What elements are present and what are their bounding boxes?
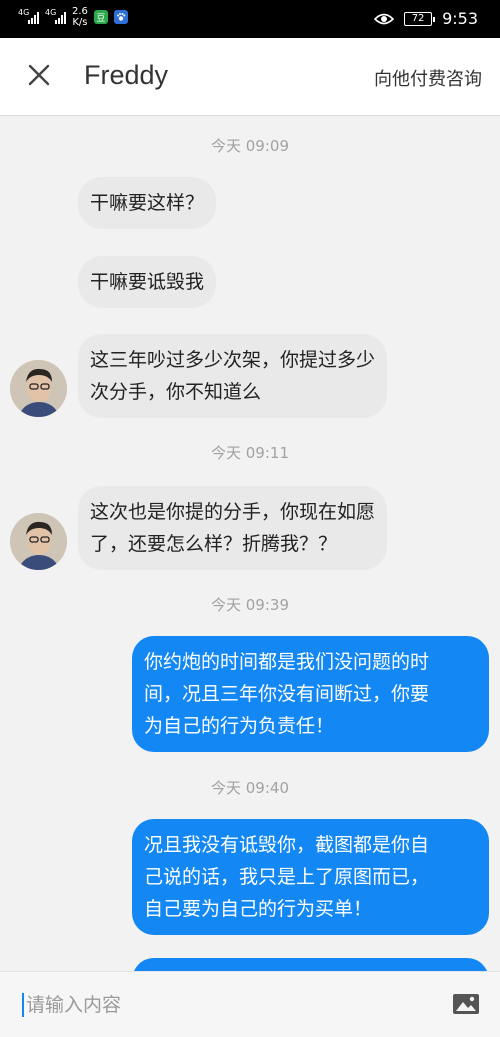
speed-value: 2.6 xyxy=(72,6,88,17)
status-bar: 4G 4G 2.6 K/s 豆 72 9:53 xyxy=(0,0,500,38)
incoming-message: 这次也是你提的分手，你现在如愿 了，还要怎么样？折腾我？？ xyxy=(78,486,388,570)
incoming-message: 这三年吵过多少次架，你提过多少 次分手，你不知道么 xyxy=(78,334,388,418)
incoming-message: 干嘛要这样？ xyxy=(78,177,217,229)
contact-name: Freddy xyxy=(84,60,169,90)
timestamp: 今天 09:11 xyxy=(211,444,289,462)
signal-icon: 4G xyxy=(45,8,66,24)
paw-app-icon xyxy=(113,10,128,24)
signal-icon: 4G xyxy=(18,8,39,24)
message-text-line: 这次也是你提的分手，你现在如愿 xyxy=(90,501,376,523)
close-button[interactable] xyxy=(22,58,56,92)
eye-icon xyxy=(374,13,395,24)
app-notification-icon: 豆 xyxy=(93,10,108,24)
status-right: 72 9:53 xyxy=(374,9,478,28)
message-text-line: 这三年吵过多少次架，你提过多少 xyxy=(90,349,376,371)
outgoing-message: 你约炮的时间都是我们没问题的时 间，况且三年你没有间断过，你要 为自己的行为负责… xyxy=(132,636,489,752)
paid-consult-button[interactable]: 向他付费咨询 xyxy=(374,65,482,91)
message-text-line: 况且我没有诋毁你，截图都是你自 xyxy=(144,834,430,856)
status-left: 4G 4G 2.6 K/s 豆 xyxy=(18,6,128,28)
avatar[interactable] xyxy=(10,513,67,570)
composer-bar xyxy=(0,971,500,1037)
speed-unit: K/s xyxy=(72,17,88,28)
message-text-line: 自己要为自己的行为买单！ xyxy=(144,898,373,920)
image-icon xyxy=(453,994,479,1014)
message-text-line: 为自己的行为负责任！ xyxy=(144,715,335,737)
avatar-image xyxy=(10,513,67,570)
battery-icon: 72 xyxy=(404,11,436,26)
incoming-message: 干嘛要诋毁我 xyxy=(78,256,217,308)
message-text-line: 己说的话，我只是上了原图而已， xyxy=(144,866,430,888)
outgoing-message: 况且我没有诋毁你，截图都是你自 己说的话，我只是上了原图而已， 自己要为自己的行… xyxy=(132,819,489,935)
text-cursor xyxy=(22,993,24,1017)
message-input[interactable] xyxy=(26,989,406,1021)
close-icon xyxy=(28,64,50,86)
message-text: 干嘛要诋毁我 xyxy=(90,271,205,293)
message-text-line: 间，况且三年你没有间断过，你要 xyxy=(144,683,430,705)
chat-header: Freddy 向他付费咨询 xyxy=(0,38,500,116)
message-text: 干嘛要这样？ xyxy=(90,192,205,214)
message-list[interactable]: 今天 09:09 干嘛要这样？ 干嘛要诋毁我 这三年吵过多少次架，你提过多少 次… xyxy=(0,116,500,971)
timestamp: 今天 09:40 xyxy=(211,779,289,797)
message-text-line: 次分手，你不知道么 xyxy=(90,381,262,403)
timestamp: 今天 09:09 xyxy=(211,137,289,155)
network-type-label: 4G xyxy=(18,8,30,17)
avatar[interactable] xyxy=(10,360,67,417)
image-button[interactable] xyxy=(452,992,480,1016)
outgoing-message-partial xyxy=(132,958,489,971)
avatar-image xyxy=(10,360,67,417)
timestamp: 今天 09:39 xyxy=(211,596,289,614)
battery-level: 72 xyxy=(411,13,425,24)
message-text-line: 你约炮的时间都是我们没问题的时 xyxy=(144,651,430,673)
network-type-label: 4G xyxy=(45,8,57,17)
message-text-line: 了，还要怎么样？折腾我？？ xyxy=(90,533,338,555)
clock: 9:53 xyxy=(442,9,478,28)
network-speed: 2.6 K/s xyxy=(72,6,88,28)
